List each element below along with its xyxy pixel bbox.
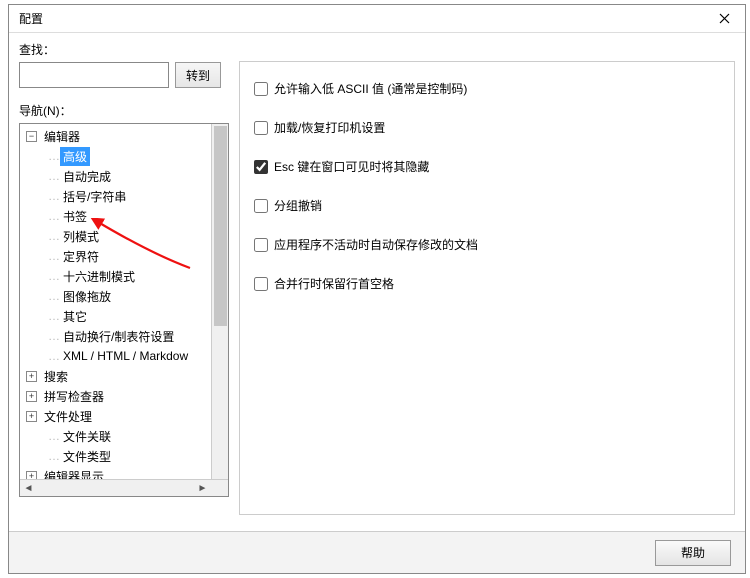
tree-item-label: 拼写检查器 bbox=[41, 387, 107, 406]
tree-branch-icon: … bbox=[48, 449, 58, 463]
nav-label: 导航(N)： bbox=[19, 102, 229, 119]
tree-item[interactable]: …括号/字符串 bbox=[20, 186, 211, 206]
tree-item-label: 其它 bbox=[60, 307, 90, 326]
tree-branch-icon: … bbox=[48, 309, 58, 323]
tree-item-label: 十六进制模式 bbox=[60, 267, 138, 286]
config-dialog: 配置 查找： 转到 导航(N)： −编辑器…高级…自动完成…括号/字符串…书签…… bbox=[8, 4, 746, 574]
tree-item[interactable]: …文件类型 bbox=[20, 446, 211, 466]
scroll-right-arrow[interactable]: ► bbox=[194, 480, 211, 497]
tree-item-label: 文件关联 bbox=[60, 427, 114, 446]
tree-item[interactable]: + 拼写检查器 bbox=[20, 386, 211, 406]
options-panel: 允许输入低 ASCII 值 (通常是控制码) 加载/恢复打印机设置 Esc 键在窗口… bbox=[239, 61, 735, 515]
tree-item-label: 编辑器显示 bbox=[41, 467, 107, 480]
tree-branch-icon: … bbox=[48, 209, 58, 223]
scrollbar-thumb[interactable] bbox=[214, 126, 227, 326]
tree-branch-icon: … bbox=[48, 269, 58, 283]
tree-item[interactable]: …自动换行/制表符设置 bbox=[20, 326, 211, 346]
tree-item[interactable]: …其它 bbox=[20, 306, 211, 326]
tree-item-label: 定界符 bbox=[60, 247, 102, 266]
tree-item-label: 编辑器 bbox=[41, 127, 83, 146]
tree-item[interactable]: …图像拖放 bbox=[20, 286, 211, 306]
option-row[interactable]: Esc 键在窗口可见时将其隐藏 bbox=[254, 158, 720, 175]
expand-icon[interactable]: + bbox=[26, 371, 37, 382]
tree-branch-icon: … bbox=[48, 229, 58, 243]
search-input[interactable] bbox=[19, 62, 169, 88]
option-label: 分组撤销 bbox=[274, 197, 322, 214]
option-checkbox[interactable] bbox=[254, 238, 268, 252]
scroll-left-arrow[interactable]: ◄ bbox=[20, 480, 37, 497]
tree-branch-icon: … bbox=[48, 169, 58, 183]
expand-icon[interactable]: + bbox=[26, 391, 37, 402]
tree-item[interactable]: …定界符 bbox=[20, 246, 211, 266]
tree-branch-icon: … bbox=[48, 349, 58, 363]
option-checkbox[interactable] bbox=[254, 199, 268, 213]
dialog-title: 配置 bbox=[19, 10, 43, 27]
option-checkbox[interactable] bbox=[254, 121, 268, 135]
expand-icon[interactable]: + bbox=[26, 411, 37, 422]
tree-item-label: 书签 bbox=[60, 207, 90, 226]
option-checkbox[interactable] bbox=[254, 82, 268, 96]
tree-item-label: XML / HTML / Markdow bbox=[60, 348, 191, 364]
tree-item[interactable]: + 编辑器显示 bbox=[20, 466, 211, 479]
tree-item[interactable]: …十六进制模式 bbox=[20, 266, 211, 286]
content-row: 查找： 转到 导航(N)： −编辑器…高级…自动完成…括号/字符串…书签…列模式… bbox=[19, 41, 735, 515]
tree-item[interactable]: −编辑器 bbox=[20, 126, 211, 146]
option-label: 合并行时保留行首空格 bbox=[274, 275, 394, 292]
tree-item[interactable]: …XML / HTML / Markdow bbox=[20, 346, 211, 366]
tree-branch-icon: … bbox=[48, 149, 58, 163]
tree-item[interactable]: + 文件处理 bbox=[20, 406, 211, 426]
option-row[interactable]: 加载/恢复打印机设置 bbox=[254, 119, 720, 136]
tree-item[interactable]: + 搜索 bbox=[20, 366, 211, 386]
tree-item-label: 自动完成 bbox=[60, 167, 114, 186]
expand-icon[interactable]: + bbox=[26, 471, 37, 480]
tree-item-label: 文件处理 bbox=[41, 407, 95, 426]
tree-item-label: 括号/字符串 bbox=[60, 187, 129, 206]
close-icon bbox=[719, 13, 730, 24]
option-label: 加载/恢复打印机设置 bbox=[274, 119, 385, 136]
tree-item-label: 高级 bbox=[60, 147, 90, 166]
help-button[interactable]: 帮助 bbox=[655, 540, 731, 566]
option-row[interactable]: 分组撤销 bbox=[254, 197, 720, 214]
option-label: 应用程序不活动时自动保存修改的文档 bbox=[274, 236, 478, 253]
tree-branch-icon: … bbox=[48, 429, 58, 443]
tree-item-label: 列模式 bbox=[60, 227, 102, 246]
tree-item-label: 自动换行/制表符设置 bbox=[60, 327, 177, 346]
tree-item[interactable]: …书签 bbox=[20, 206, 211, 226]
tree-item[interactable]: …高级 bbox=[20, 146, 211, 166]
titlebar: 配置 bbox=[9, 5, 745, 33]
option-label: Esc 键在窗口可见时将其隐藏 bbox=[274, 158, 429, 175]
nav-tree[interactable]: −编辑器…高级…自动完成…括号/字符串…书签…列模式…定界符…十六进制模式…图像… bbox=[20, 124, 211, 479]
tree-branch-icon: … bbox=[48, 189, 58, 203]
tree-item-label: 搜索 bbox=[41, 367, 71, 386]
search-label: 查找： bbox=[19, 41, 229, 58]
tree-item-label: 文件类型 bbox=[60, 447, 114, 466]
option-row[interactable]: 允许输入低 ASCII 值 (通常是控制码) bbox=[254, 80, 720, 97]
tree-item[interactable]: …自动完成 bbox=[20, 166, 211, 186]
option-checkbox[interactable] bbox=[254, 160, 268, 174]
option-checkbox[interactable] bbox=[254, 277, 268, 291]
left-column: 查找： 转到 导航(N)： −编辑器…高级…自动完成…括号/字符串…书签…列模式… bbox=[19, 41, 229, 515]
tree-item-label: 图像拖放 bbox=[60, 287, 114, 306]
tree-branch-icon: … bbox=[48, 289, 58, 303]
option-row[interactable]: 应用程序不活动时自动保存修改的文档 bbox=[254, 236, 720, 253]
tree-item[interactable]: …文件关联 bbox=[20, 426, 211, 446]
tree-branch-icon: … bbox=[48, 249, 58, 263]
nav-tree-container: −编辑器…高级…自动完成…括号/字符串…书签…列模式…定界符…十六进制模式…图像… bbox=[19, 123, 229, 497]
tree-item[interactable]: …列模式 bbox=[20, 226, 211, 246]
option-row[interactable]: 合并行时保留行首空格 bbox=[254, 275, 720, 292]
goto-button[interactable]: 转到 bbox=[175, 62, 221, 88]
dialog-body: 查找： 转到 导航(N)： −编辑器…高级…自动完成…括号/字符串…书签…列模式… bbox=[9, 33, 745, 531]
tree-branch-icon: … bbox=[48, 329, 58, 343]
option-label: 允许输入低 ASCII 值 (通常是控制码) bbox=[274, 80, 467, 97]
tree-scrollbar-horizontal[interactable]: ◄ ► bbox=[20, 479, 228, 496]
collapse-icon[interactable]: − bbox=[26, 131, 37, 142]
close-button[interactable] bbox=[703, 5, 745, 33]
search-row: 转到 bbox=[19, 62, 229, 88]
dialog-footer: 帮助 bbox=[9, 531, 745, 573]
tree-scrollbar-vertical[interactable] bbox=[211, 124, 228, 479]
